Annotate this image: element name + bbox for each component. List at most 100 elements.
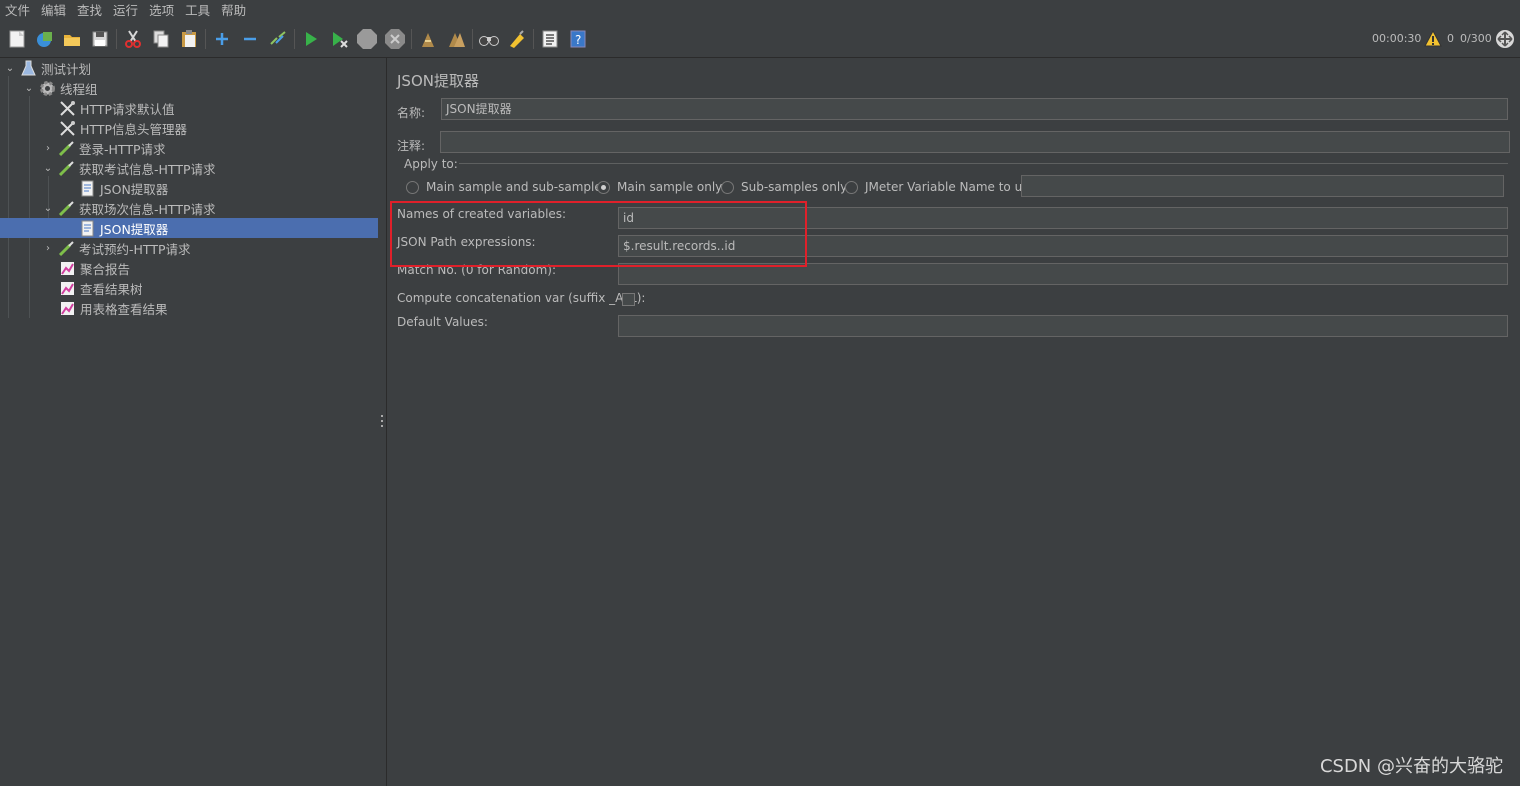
radio-sub-only[interactable] — [721, 181, 734, 194]
clear-all-icon[interactable] — [444, 27, 468, 51]
divider-grip — [381, 415, 383, 417]
tree-item-label: HTTP请求默认值 — [80, 101, 175, 117]
flask-icon — [20, 60, 37, 77]
expand-all-icon[interactable] — [210, 27, 234, 51]
clear-icon[interactable] — [416, 27, 440, 51]
annotation-highlight-box — [390, 201, 807, 267]
help-icon[interactable]: ? — [566, 27, 590, 51]
menu-search[interactable]: 查找 — [72, 0, 108, 21]
test-plan-tree: ⌄ 测试计划 ⌄ 线程组 HTTP请求默认值 HTTP信息头管理器 › 登录-H… — [0, 58, 457, 786]
tree-item-label: 线程组 — [60, 81, 98, 97]
tools-icon — [59, 100, 76, 117]
start-icon[interactable] — [299, 27, 323, 51]
watermark: CSDN @兴奋的大骆驼 — [1319, 756, 1503, 777]
concat-checkbox[interactable] — [622, 293, 635, 306]
tree-item-test-plan[interactable]: ⌄ 测试计划 — [0, 58, 382, 78]
panel-title: JSON提取器 — [397, 72, 479, 90]
tools-icon — [59, 120, 76, 137]
collapse-all-icon[interactable] — [238, 27, 262, 51]
radio-label: Main sample only — [617, 180, 723, 194]
radio-main-and-sub[interactable] — [406, 181, 419, 194]
concat-label: Compute concatenation var (suffix _ALL): — [397, 291, 646, 305]
tree-item-http-defaults[interactable]: HTTP请求默认值 — [0, 98, 437, 118]
menu-edit[interactable]: 编辑 — [36, 0, 72, 21]
remote-status-icon[interactable] — [1495, 29, 1515, 52]
comment-label: 注释: — [397, 139, 426, 153]
toggle-icon[interactable] — [266, 27, 290, 51]
reset-search-icon[interactable] — [505, 27, 529, 51]
menu-file[interactable]: 文件 — [0, 0, 36, 21]
chevron-down-icon[interactable]: ⌄ — [42, 162, 54, 174]
default-values-field[interactable] — [618, 315, 1508, 337]
chevron-right-icon[interactable]: › — [42, 242, 54, 254]
pipette-icon — [58, 240, 75, 257]
menu-options[interactable]: 选项 — [144, 0, 180, 21]
chevron-right-icon[interactable]: › — [42, 142, 54, 154]
cut-icon[interactable] — [121, 27, 145, 51]
tree-item-header-manager[interactable]: HTTP信息头管理器 — [0, 118, 437, 138]
tree-item-label: 聚合报告 — [80, 261, 131, 277]
name-field[interactable]: JSON提取器 — [441, 98, 1508, 120]
radio-label: JMeter Variable Name to use — [865, 180, 1036, 194]
radio-label: Sub-samples only — [741, 180, 848, 194]
tree-item-session-info-request[interactable]: ⌄ 获取场次信息-HTTP请求 — [0, 198, 420, 218]
tree-item-label: HTTP信息头管理器 — [80, 121, 187, 137]
tree-item-exam-booking-request[interactable]: › 考试预约-HTTP请求 — [0, 238, 420, 258]
tree-item-thread-group[interactable]: ⌄ 线程组 — [0, 78, 401, 98]
comment-field[interactable] — [440, 131, 1510, 153]
pipette-icon — [58, 140, 75, 157]
tree-item-label: 查看结果树 — [80, 281, 143, 297]
tree-item-label: 登录-HTTP请求 — [79, 141, 166, 157]
menu-tools[interactable]: 工具 — [180, 0, 216, 21]
shutdown-icon[interactable] — [383, 27, 407, 51]
radio-main-only[interactable] — [597, 181, 610, 194]
tree-item-aggregate-report[interactable]: 聚合报告 — [0, 258, 437, 278]
pipette-icon — [58, 160, 75, 177]
tree-item-exam-info-request[interactable]: ⌄ 获取考试信息-HTTP请求 — [0, 158, 420, 178]
tree-item-label: 获取考试信息-HTTP请求 — [79, 161, 216, 177]
apply-to-border — [459, 163, 1508, 164]
open-icon[interactable] — [60, 27, 84, 51]
tree-item-label: 考试预约-HTTP请求 — [79, 241, 191, 257]
tree-item-results-table[interactable]: 用表格查看结果 — [0, 298, 437, 318]
chevron-down-icon[interactable]: ⌄ — [23, 82, 35, 94]
gear-icon — [39, 80, 56, 97]
tree-item-results-tree[interactable]: 查看结果树 — [0, 278, 437, 298]
document-icon — [79, 220, 96, 237]
divider-grip — [381, 420, 383, 422]
divider-grip — [381, 425, 383, 427]
radio-jmeter-variable[interactable] — [845, 181, 858, 194]
elapsed-time: 00:00:30 — [1372, 32, 1422, 45]
svg-text:?: ? — [575, 33, 581, 47]
menu-help[interactable]: 帮助 — [216, 0, 252, 21]
copy-icon[interactable] — [149, 27, 173, 51]
tree-item-label: JSON提取器 — [100, 181, 169, 197]
paste-icon[interactable] — [177, 27, 201, 51]
templates-icon[interactable] — [32, 27, 56, 51]
toolbar: ? 00:00:30 0 0/300 — [0, 21, 1520, 58]
document-icon — [79, 180, 96, 197]
tree-item-login-request[interactable]: › 登录-HTTP请求 — [0, 138, 420, 158]
save-icon[interactable] — [88, 27, 112, 51]
start-no-pauses-icon[interactable] — [327, 27, 351, 51]
menu-run[interactable]: 运行 — [108, 0, 144, 21]
new-icon[interactable] — [5, 27, 29, 51]
chevron-down-icon[interactable]: ⌄ — [4, 62, 16, 74]
function-helper-icon[interactable] — [538, 27, 562, 51]
name-label: 名称: — [397, 106, 426, 120]
jmeter-variable-field[interactable] — [1021, 175, 1504, 197]
graph-icon — [59, 280, 76, 297]
warning-count: 0 — [1447, 32, 1454, 45]
json-extractor-panel: JSON提取器 名称: JSON提取器 注释: Apply to: Main s… — [387, 58, 1520, 786]
graph-icon — [59, 260, 76, 277]
graph-icon — [59, 300, 76, 317]
search-binoculars-icon[interactable] — [477, 27, 501, 51]
active-threads: 0/300 — [1460, 32, 1492, 45]
tree-item-label: 测试计划 — [41, 61, 92, 77]
chevron-down-icon[interactable]: ⌄ — [42, 202, 54, 214]
warning-icon[interactable] — [1424, 29, 1442, 50]
stop-icon[interactable] — [355, 27, 379, 51]
radio-label: Main sample and sub-samples — [426, 180, 608, 194]
apply-to-label: Apply to: — [404, 157, 458, 171]
split-pane-divider[interactable] — [378, 58, 387, 786]
